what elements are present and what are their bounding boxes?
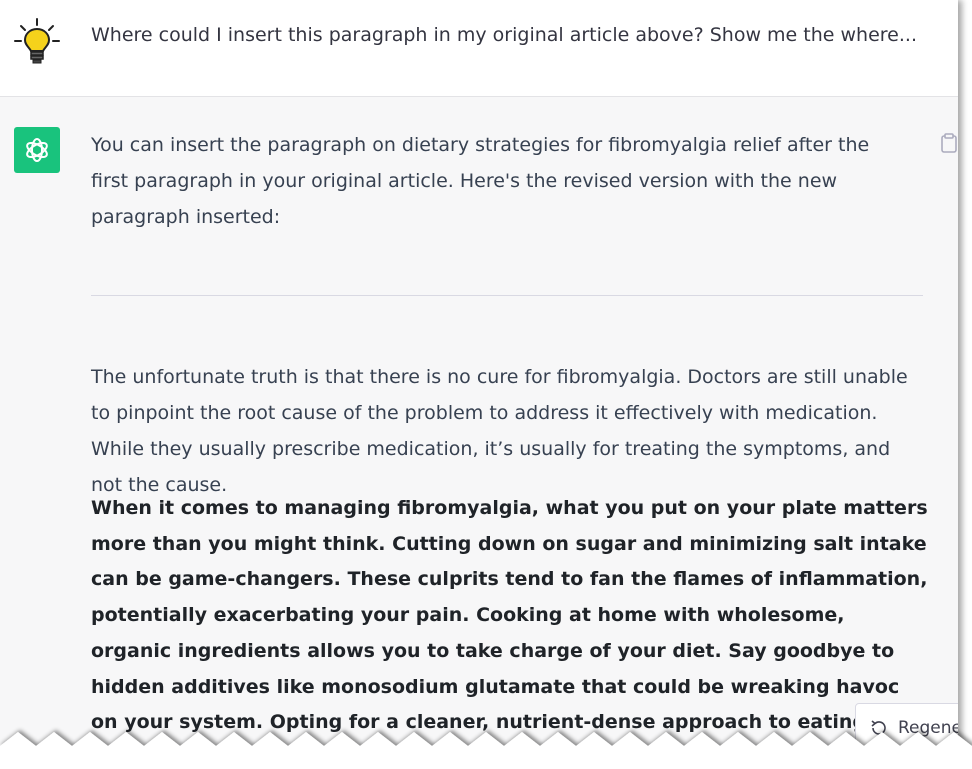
torn-edge (0, 732, 972, 769)
assistant-intro-text: You can insert the paragraph on dietary … (91, 134, 870, 228)
article-paragraph: The unfortunate truth is that there is n… (91, 366, 908, 496)
assistant-avatar (14, 127, 60, 173)
assistant-message-row: You can insert the paragraph on dietary … (0, 97, 958, 769)
user-message-text: Where could I insert this paragraph in m… (91, 24, 917, 46)
chat-window: Where could I insert this paragraph in m… (0, 0, 958, 769)
user-message-row: Where could I insert this paragraph in m… (0, 0, 958, 97)
lightbulb-icon (14, 18, 60, 64)
divider (91, 295, 923, 296)
openai-logo-icon (26, 138, 48, 162)
clipboard-icon[interactable] (940, 133, 958, 153)
